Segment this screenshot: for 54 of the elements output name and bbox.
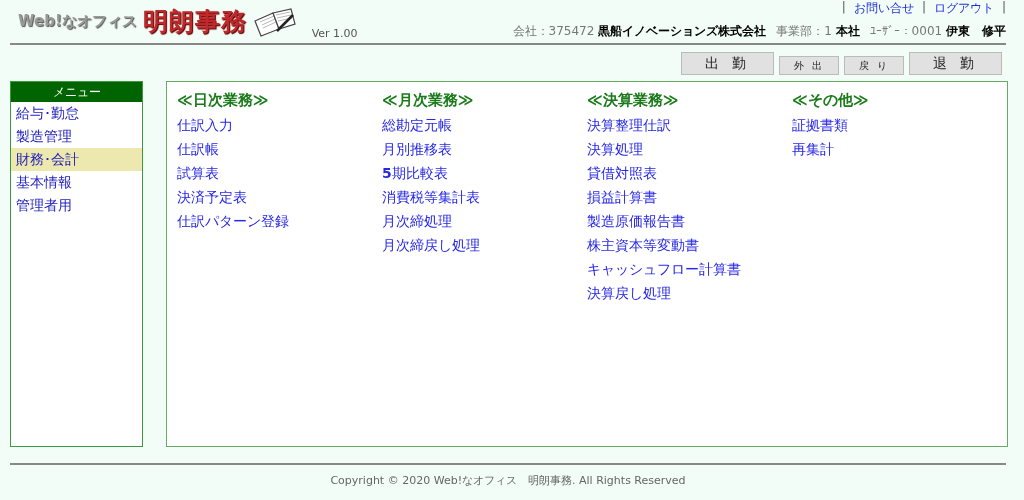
menu-link[interactable]: 決算整理仕訳 xyxy=(587,113,792,137)
header-link[interactable]: お問い合せ xyxy=(853,0,914,17)
sidebar-item[interactable]: 基本情報 xyxy=(11,171,142,194)
menu-link[interactable]: キャッシュフロー計算書 xyxy=(587,257,792,281)
menu-link[interactable]: 月別推移表 xyxy=(382,137,587,161)
menu-link[interactable]: 再集計 xyxy=(792,137,997,161)
info-label: 事業部： xyxy=(776,24,825,38)
copyright-text: Copyright © 2020 Web!なオフィス 明朗事務. All Rights Reserved xyxy=(330,474,686,487)
menu-link[interactable]: 製造原価報告書 xyxy=(587,209,792,233)
menu-link[interactable]: 消費税等集計表 xyxy=(382,185,587,209)
sidebar-item[interactable]: 財務･会計 xyxy=(11,148,142,171)
info-label: ﾕｰｻﾞｰ： xyxy=(869,24,912,38)
menu-link[interactable]: 決算戻し処理 xyxy=(587,281,792,305)
book-icon xyxy=(252,6,297,37)
info-value: 伊東 修平 xyxy=(946,24,1006,38)
menu-link[interactable]: 試算表 xyxy=(177,161,382,185)
header-link[interactable]: ログアウト xyxy=(933,0,994,17)
info-code: 375472 xyxy=(548,24,595,38)
info-value: 黒船イノベーションズ株式会社 xyxy=(598,24,767,38)
attendance-button[interactable]: 退 勤 xyxy=(909,52,1002,75)
info-code: 0001 xyxy=(911,24,943,38)
menu-link[interactable]: 月次締戻し処理 xyxy=(382,233,587,257)
menu-link[interactable]: 損益計算書 xyxy=(587,185,792,209)
attendance-button[interactable]: 戻 り xyxy=(844,56,904,75)
info-label: 会社： xyxy=(512,24,549,38)
menu-header: メニュー xyxy=(11,82,142,102)
info-value: 本社 xyxy=(835,24,860,38)
section-heading: ≪月次業務≫ xyxy=(382,91,475,111)
menu-link[interactable]: 貸借対照表 xyxy=(587,161,792,185)
section-heading: ≪その他≫ xyxy=(792,91,870,111)
menu-link[interactable]: 仕訳パターン登録 xyxy=(177,209,382,233)
section-heading: ≪決算業務≫ xyxy=(587,91,680,111)
separator: | xyxy=(921,0,926,16)
attendance-button[interactable]: 出 勤 xyxy=(681,52,774,75)
menu-link[interactable]: 決算処理 xyxy=(587,137,792,161)
version-label: Ver 1.00 xyxy=(311,27,358,40)
menu-link[interactable]: 5期比較表 xyxy=(382,161,587,185)
section-heading: ≪日次業務≫ xyxy=(177,91,270,111)
sidebar-item[interactable]: 製造管理 xyxy=(11,125,142,148)
attendance-button[interactable]: 外 出 xyxy=(779,56,839,75)
separator: | xyxy=(1001,0,1006,16)
info-code: 1 xyxy=(824,24,832,38)
menu-link[interactable]: 証拠書類 xyxy=(792,113,997,137)
menu-link[interactable]: 仕訳入力 xyxy=(177,113,382,137)
logo-subtitle: Web!なオフィス xyxy=(18,12,137,31)
sidebar-item[interactable]: 管理者用 xyxy=(11,194,142,217)
logo-title: 明朗事務 xyxy=(142,6,247,38)
separator: | xyxy=(841,0,846,16)
menu-link[interactable]: 月次締処理 xyxy=(382,209,587,233)
sidebar-item[interactable]: 給与･勤怠 xyxy=(11,102,142,125)
menu-link[interactable]: 決済予定表 xyxy=(177,185,382,209)
menu-link[interactable]: 仕訳帳 xyxy=(177,137,382,161)
menu-link[interactable]: 総勘定元帳 xyxy=(382,113,587,137)
menu-link[interactable]: 株主資本等変動書 xyxy=(587,233,792,257)
